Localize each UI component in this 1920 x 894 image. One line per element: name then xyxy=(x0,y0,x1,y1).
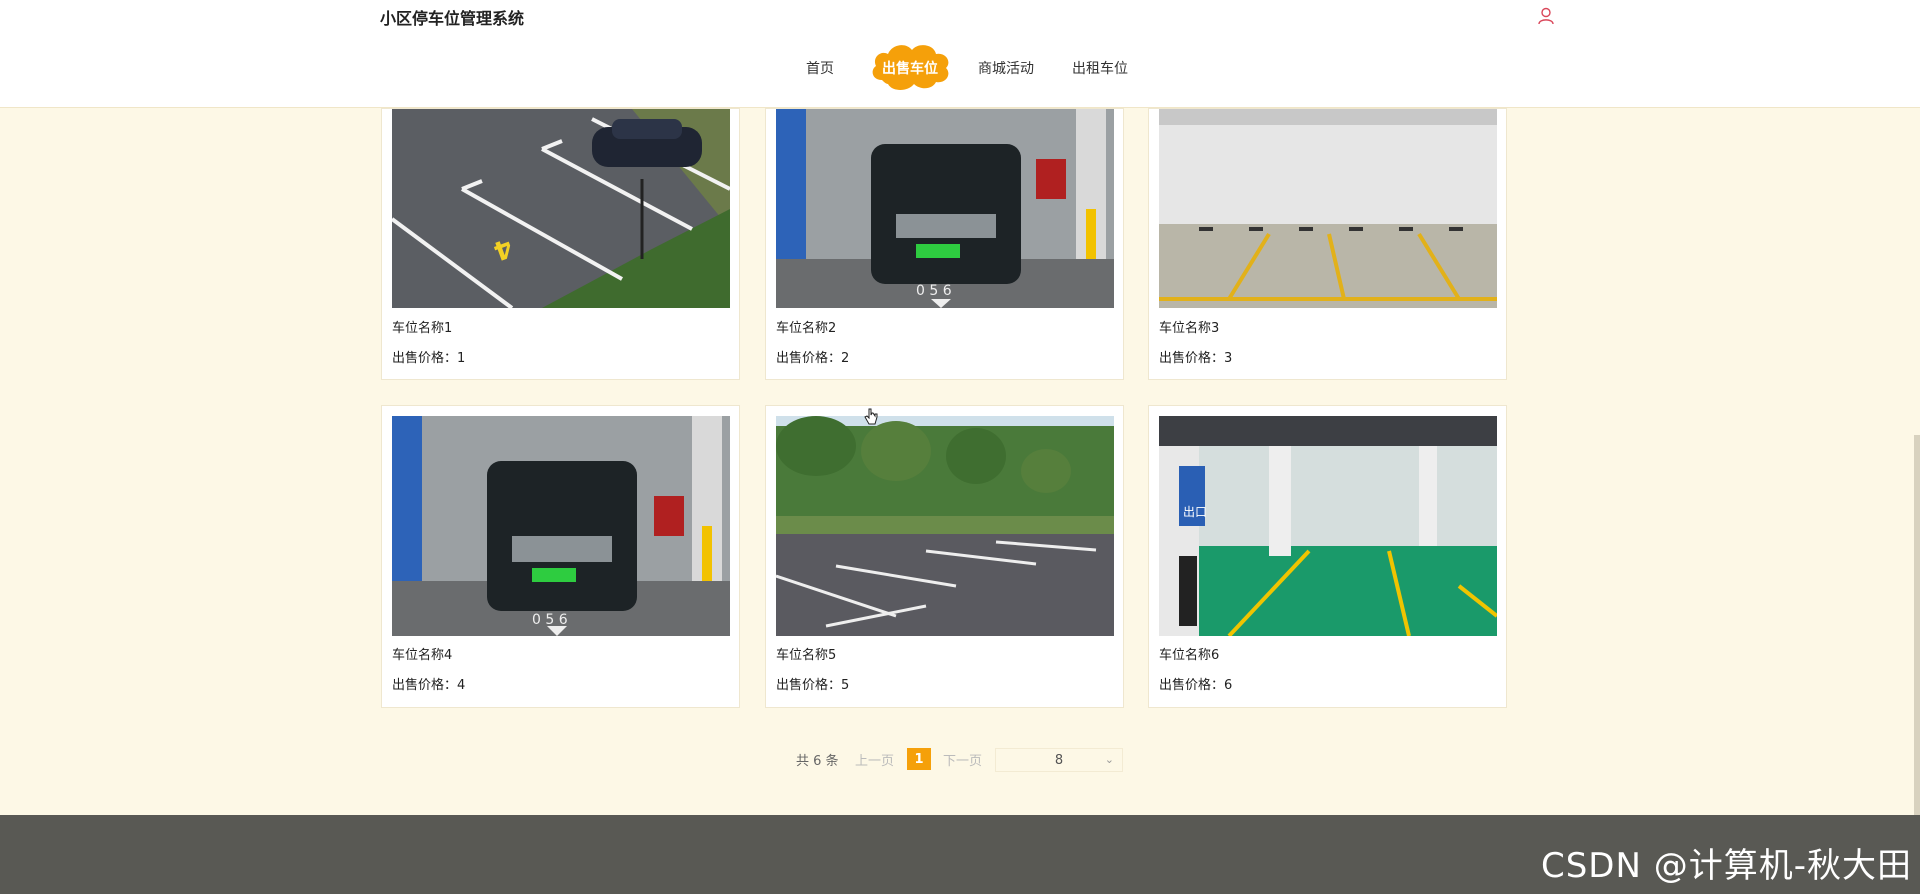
parking-price: 出售价格：2 xyxy=(776,351,850,366)
hand-cursor-icon xyxy=(864,408,878,425)
parking-card[interactable]: 车位名称3 出售价格：3 xyxy=(1148,108,1507,380)
nav-item-sell-parking[interactable]: 出售车位 xyxy=(868,45,952,90)
scrollbar-thumb[interactable] xyxy=(1914,435,1920,815)
parking-card[interactable]: 0 5 6 车位名称2 出售价格：2 xyxy=(765,108,1124,380)
nav-item-rent-parking[interactable]: 出租车位 xyxy=(1066,48,1134,88)
parking-photo[interactable]: 0 5 6 xyxy=(776,109,1114,308)
pagination: 共 6 条 上一页 1 下一页 8 ⌄ xyxy=(0,748,1920,772)
parking-photo[interactable] xyxy=(776,416,1114,636)
parking-price: 出售价格：4 xyxy=(392,678,466,693)
pagination-total: 共 6 条 xyxy=(796,754,839,769)
page-size-value: 8 xyxy=(1054,752,1064,768)
parking-price: 出售价格：5 xyxy=(776,678,850,693)
parking-price: 出售价格：6 xyxy=(1159,678,1233,693)
parking-card[interactable]: 出口 车位名称6 出售价格：6 xyxy=(1148,405,1507,708)
parking-card[interactable]: 0 5 6 车位名称4 出售价格：4 xyxy=(381,405,740,708)
parking-price: 出售价格：1 xyxy=(392,351,466,366)
nav-item-label: 出租车位 xyxy=(1072,61,1128,77)
parking-name: 车位名称2 xyxy=(776,321,837,336)
csdn-watermark: CSDN @计算机-秋大田 xyxy=(1540,846,1912,886)
site-title: 小区停车位管理系统 xyxy=(380,9,525,28)
parking-photo[interactable]: 4 xyxy=(392,109,730,308)
nav-item-label: 出售车位 xyxy=(882,61,938,77)
prev-page-button[interactable]: 上一页 xyxy=(855,750,894,769)
header: 小区停车位管理系统 首页 出售车位 商城活动 出租车位 xyxy=(0,0,1920,108)
svg-text:出口: 出口 xyxy=(1183,505,1207,519)
nav-item-label: 商城活动 xyxy=(978,61,1034,77)
nav-item-mall-activities[interactable]: 商城活动 xyxy=(972,48,1040,88)
nav-item-home[interactable]: 首页 xyxy=(790,48,850,88)
parking-name: 车位名称5 xyxy=(776,648,837,663)
parking-card[interactable]: 4 车位名称1 出售价格：1 xyxy=(381,108,740,380)
chevron-down-icon: ⌄ xyxy=(1104,753,1114,766)
parking-name: 车位名称3 xyxy=(1159,321,1220,336)
parking-card[interactable]: 车位名称5 出售价格：5 xyxy=(765,405,1124,708)
parking-price: 出售价格：3 xyxy=(1159,351,1233,366)
page-number-current[interactable]: 1 xyxy=(907,748,931,770)
page-size-select[interactable]: 8 ⌄ xyxy=(995,748,1123,772)
parking-photo[interactable]: 0 5 6 xyxy=(392,416,730,636)
svg-text:0 5 6: 0 5 6 xyxy=(532,612,568,628)
parking-name: 车位名称1 xyxy=(392,321,453,336)
next-page-button[interactable]: 下一页 xyxy=(943,750,982,769)
parking-name: 车位名称6 xyxy=(1159,648,1220,663)
nav-item-label: 首页 xyxy=(806,61,834,77)
user-icon[interactable] xyxy=(1536,6,1556,26)
svg-text:0 5 6: 0 5 6 xyxy=(916,283,952,299)
parking-photo[interactable]: 出口 xyxy=(1159,416,1497,636)
parking-photo[interactable] xyxy=(1159,109,1497,308)
main-nav: 首页 出售车位 商城活动 出租车位 xyxy=(0,45,1920,90)
parking-name: 车位名称4 xyxy=(392,648,453,663)
